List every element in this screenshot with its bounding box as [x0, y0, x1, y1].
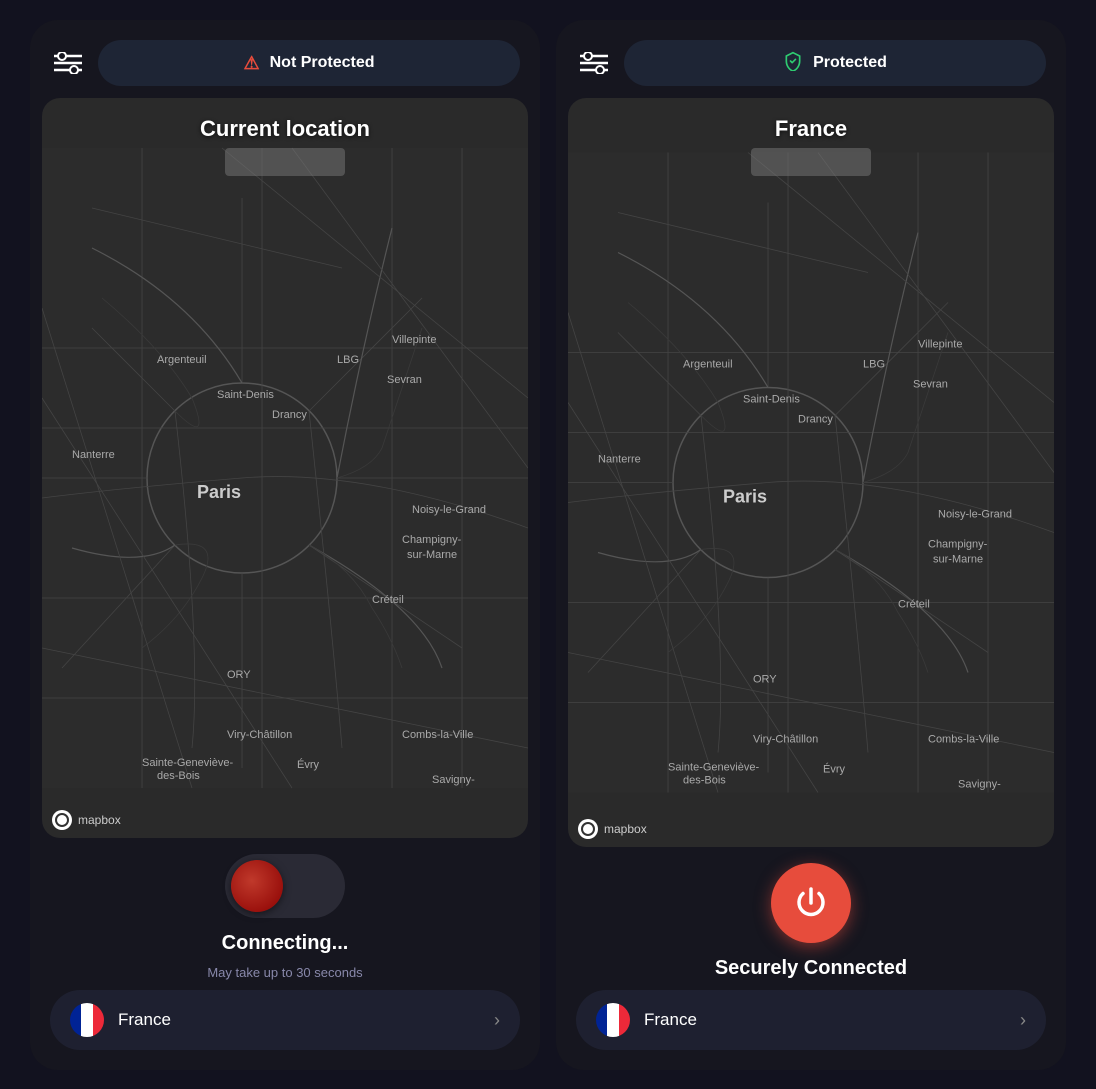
right-phone-panel: Protected France	[556, 20, 1066, 1070]
left-mapbox-credit: mapbox	[52, 810, 121, 830]
left-bottom-section: Connecting... May take up to 30 seconds …	[30, 838, 540, 1070]
right-status-label: Protected	[813, 54, 887, 72]
svg-text:Noisy-le-Grand: Noisy-le-Grand	[938, 509, 1012, 521]
svg-text:sur-Marne: sur-Marne	[933, 554, 983, 566]
svg-text:Créteil: Créteil	[898, 599, 930, 611]
svg-text:ORY: ORY	[227, 669, 251, 681]
svg-text:Évry: Évry	[823, 763, 846, 776]
right-connection-status: Securely Connected	[715, 957, 907, 980]
svg-text:Évry: Évry	[297, 758, 320, 771]
right-flag-france	[596, 1003, 630, 1037]
right-bottom-section: Securely Connected France ›	[556, 847, 1066, 1070]
right-header: Protected	[556, 20, 1066, 98]
svg-text:LBG: LBG	[337, 354, 359, 366]
svg-text:Saint-Denis: Saint-Denis	[743, 394, 800, 406]
svg-text:des-Bois: des-Bois	[683, 775, 726, 787]
svg-text:des-Bois: des-Bois	[157, 770, 200, 782]
right-filter-icon[interactable]	[576, 45, 612, 81]
svg-text:Saint-Denis: Saint-Denis	[217, 389, 274, 401]
left-toggle-switch[interactable]	[225, 854, 345, 918]
svg-text:Sainte-Geneviève-: Sainte-Geneviève-	[142, 757, 233, 769]
svg-text:Viry-Châtillon: Viry-Châtillon	[753, 734, 818, 746]
right-map-title: France	[568, 116, 1054, 142]
left-phone-panel: ⚠ Not Protected Current location	[30, 20, 540, 1070]
svg-text:Drancy: Drancy	[272, 409, 307, 421]
left-chevron-icon: ›	[494, 1010, 500, 1031]
svg-text:Drancy: Drancy	[798, 414, 833, 426]
left-power-area[interactable]	[225, 854, 345, 918]
svg-text:Sevran: Sevran	[913, 379, 948, 391]
svg-text:Créteil: Créteil	[372, 594, 404, 606]
right-power-area[interactable]	[771, 863, 851, 943]
right-mapbox-credit: mapbox	[578, 819, 647, 839]
svg-text:Sainte-Geneviève-: Sainte-Geneviève-	[668, 762, 759, 774]
left-status-label: Not Protected	[270, 54, 375, 72]
svg-text:Villepinte: Villepinte	[918, 339, 962, 351]
right-power-button[interactable]	[771, 863, 851, 943]
mapbox-logo-right	[578, 819, 598, 839]
svg-text:Nanterre: Nanterre	[598, 454, 641, 466]
left-connection-status: Connecting...	[222, 932, 349, 955]
left-header: ⚠ Not Protected	[30, 20, 540, 98]
power-icon	[793, 885, 829, 921]
svg-text:Villepinte: Villepinte	[392, 334, 436, 346]
svg-text:Viry-Châtillon: Viry-Châtillon	[227, 729, 292, 741]
right-map-blur	[751, 148, 871, 176]
left-flag-france	[70, 1003, 104, 1037]
warning-icon: ⚠	[243, 53, 259, 74]
left-map-blur	[225, 148, 345, 176]
svg-text:Champigny-: Champigny-	[402, 534, 462, 546]
left-map-title: Current location	[42, 116, 528, 142]
svg-text:Paris: Paris	[723, 487, 767, 507]
svg-text:sur-Marne: sur-Marne	[407, 549, 457, 561]
screen-container: ⚠ Not Protected Current location	[0, 0, 1096, 1089]
svg-text:LBG: LBG	[863, 359, 885, 371]
svg-text:Combs-la-Ville: Combs-la-Ville	[928, 734, 999, 746]
left-map: Current location	[42, 98, 528, 838]
svg-text:Nanterre: Nanterre	[72, 449, 115, 461]
right-chevron-icon: ›	[1020, 1010, 1026, 1031]
svg-text:Noisy-le-Grand: Noisy-le-Grand	[412, 504, 486, 516]
left-filter-icon[interactable]	[50, 45, 86, 81]
svg-text:ORY: ORY	[753, 674, 777, 686]
svg-text:Savigny-: Savigny-	[958, 779, 1001, 791]
svg-text:Paris: Paris	[197, 482, 241, 502]
svg-text:Champigny-: Champigny-	[928, 539, 988, 551]
svg-text:Savigny-: Savigny-	[432, 774, 475, 786]
mapbox-logo-left	[52, 810, 72, 830]
left-location-selector[interactable]: France ›	[50, 990, 520, 1050]
svg-text:Argenteuil: Argenteuil	[683, 359, 733, 371]
left-location-name: France	[118, 1010, 480, 1030]
shield-icon	[783, 51, 803, 76]
left-toggle-knob	[231, 860, 283, 912]
right-location-name: France	[644, 1010, 1006, 1030]
right-map: France	[568, 98, 1054, 847]
left-connection-sub: May take up to 30 seconds	[207, 965, 362, 980]
svg-text:Argenteuil: Argenteuil	[157, 354, 207, 366]
left-status-badge: ⚠ Not Protected	[98, 40, 520, 86]
svg-text:Combs-la-Ville: Combs-la-Ville	[402, 729, 473, 741]
svg-text:Sevran: Sevran	[387, 374, 422, 386]
right-location-selector[interactable]: France ›	[576, 990, 1046, 1050]
right-status-badge: Protected	[624, 40, 1046, 86]
